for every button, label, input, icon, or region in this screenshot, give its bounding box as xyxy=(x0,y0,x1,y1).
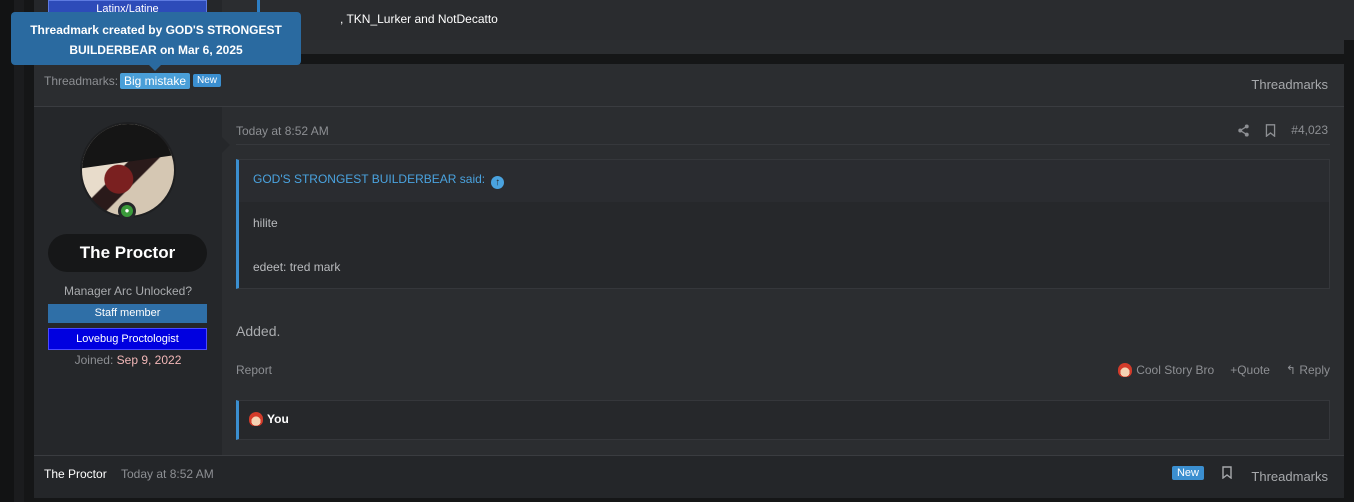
quote-header[interactable]: GOD'S STRONGEST BUILDERBEAR said: ↑ xyxy=(239,160,1329,202)
post-content: Today at 8:52 AM #4,023 GOD'S STRONGEST … xyxy=(222,107,1344,455)
user-column: ● The Proctor Manager Arc Unlocked? Staf… xyxy=(34,107,230,455)
threadmarks-label: Threadmarks: xyxy=(44,74,119,88)
footer-new-badge: New xyxy=(1171,466,1204,480)
post-actions: Report Cool Story Bro +Quote ↰ Reply xyxy=(236,363,1330,383)
user-title: Manager Arc Unlocked? xyxy=(63,284,193,298)
previous-post-reactions: , TKN_Lurker and NotDecatto xyxy=(257,0,1354,40)
share-icon[interactable] xyxy=(1237,123,1250,137)
footer-user[interactable]: The Proctor xyxy=(44,467,107,481)
threadmark-new-badge: New xyxy=(193,74,222,87)
tooltip-line-2: BUILDERBEAR on Mar 6, 2025 xyxy=(69,43,243,57)
tooltip-arrow xyxy=(149,65,161,71)
reacted-by[interactable]: You xyxy=(267,412,289,426)
quote-line-2: edeet: tred mark xyxy=(253,260,341,274)
threadmark-chip[interactable]: Big mistake xyxy=(120,73,191,89)
reaction-label: Cool Story Bro xyxy=(1136,363,1215,377)
reaction-face-icon xyxy=(1118,363,1133,377)
reaction-face-icon xyxy=(249,412,263,426)
post-meta-actions: #4,023 xyxy=(1237,123,1328,137)
avatar-hat-shape xyxy=(82,124,174,169)
threadmark-tooltip: Threadmark created by GOD'S STRONGEST BU… xyxy=(11,12,301,71)
quote-button[interactable]: +Quote xyxy=(1230,363,1270,377)
threadmarks-bar: Threadmarks: Big mistake New Threadmarks xyxy=(34,64,1344,107)
jump-to-quote-icon[interactable]: ↑ xyxy=(491,176,505,189)
reaction-button[interactable]: Cool Story Bro xyxy=(1118,363,1214,377)
post-body: Added. xyxy=(236,323,281,339)
footer-bookmark-icon[interactable] xyxy=(1222,466,1232,479)
bookmark-icon[interactable] xyxy=(1264,123,1277,137)
report-link[interactable]: Report xyxy=(236,363,272,377)
reply-arrow-icon: ↰ xyxy=(1285,363,1300,377)
reply-label: Reply xyxy=(1299,363,1330,377)
threadmarks-link[interactable]: Threadmarks xyxy=(1251,77,1328,92)
custom-user-banner: Lovebug Proctologist xyxy=(48,328,207,350)
staff-banner: Staff member xyxy=(48,304,207,323)
footer-date[interactable]: Today at 8:52 AM xyxy=(121,467,214,481)
joined-label: Joined: xyxy=(74,353,114,367)
page-gutter xyxy=(14,0,24,502)
post: Threadmarks: Big mistake New Threadmarks… xyxy=(34,64,1344,498)
reactions-bar[interactable]: You xyxy=(236,400,1330,440)
joined-date: Sep 9, 2022 xyxy=(116,353,182,367)
reply-button[interactable]: ↰ Reply xyxy=(1286,363,1330,377)
post-date[interactable]: Today at 8:52 AM xyxy=(236,124,329,138)
page-side-strip xyxy=(0,0,14,502)
tooltip-line-1: Threadmark created by GOD'S STRONGEST xyxy=(30,23,282,37)
quote-author[interactable]: GOD'S STRONGEST BUILDERBEAR said: xyxy=(253,172,485,186)
previous-reactions-text[interactable]: , TKN_Lurker and NotDecatto xyxy=(340,12,498,26)
post-action-buttons: Cool Story Bro +Quote ↰ Reply xyxy=(1118,363,1330,377)
quote-line-1: hilite xyxy=(253,216,278,230)
user-name[interactable]: The Proctor xyxy=(48,234,207,272)
footer-threadmarks-link[interactable]: Threadmarks xyxy=(1251,469,1328,484)
post-number[interactable]: #4,023 xyxy=(1291,123,1328,137)
joined-info: Joined: Sep 9, 2022 xyxy=(34,353,222,367)
post-footer: The Proctor Today at 8:52 AM New Threadm… xyxy=(34,455,1344,498)
quote-block: GOD'S STRONGEST BUILDERBEAR said: ↑ hilit… xyxy=(236,159,1330,289)
post-meta-divider xyxy=(236,144,1330,145)
online-status-icon: ● xyxy=(118,202,136,220)
